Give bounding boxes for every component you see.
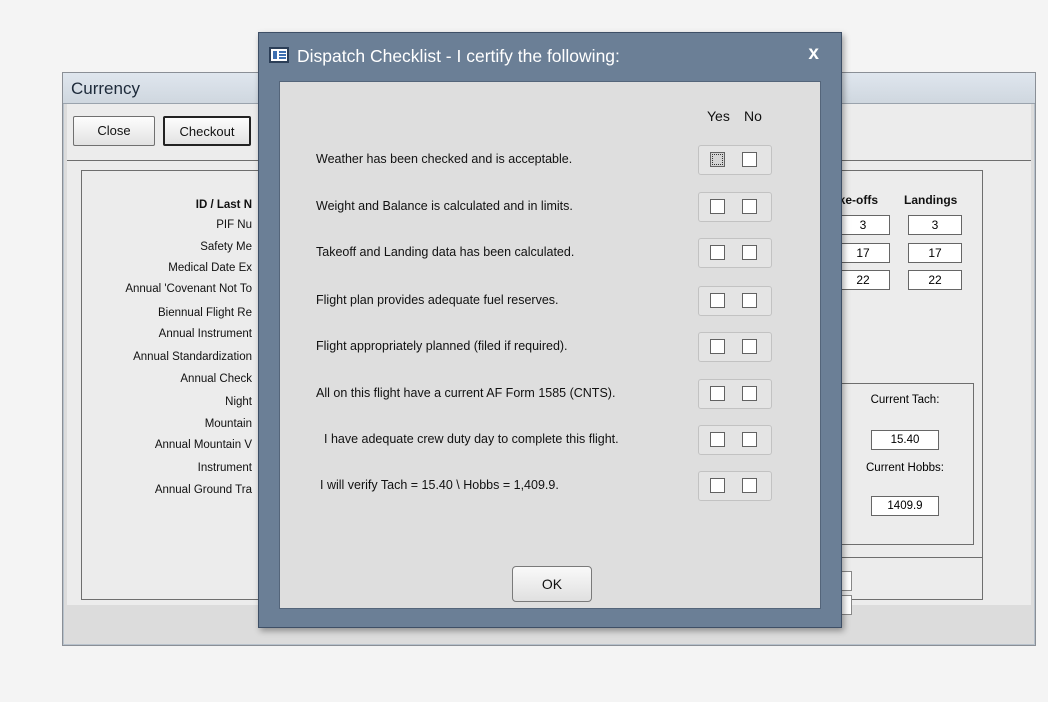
checklist-item-text: I have adequate crew duty day to complet… — [324, 432, 619, 446]
yes-checkbox[interactable] — [710, 293, 725, 308]
checklist-option-group — [698, 286, 772, 316]
checklist-option-group — [698, 379, 772, 409]
checklist-item-text: Weight and Balance is calculated and in … — [316, 199, 573, 213]
label-annual-ground: Annual Ground Tra — [154, 484, 252, 496]
no-checkbox[interactable] — [742, 245, 757, 260]
yes-checkbox[interactable] — [710, 199, 725, 214]
takeoffs-cell[interactable]: 22 — [836, 270, 890, 290]
dialog-body: Yes No Weather has been checked and is a… — [279, 81, 821, 609]
label-id-last-name: ID / Last N — [195, 199, 252, 211]
label-instrument: Instrument — [197, 462, 252, 474]
label-biennual: Biennual Flight Re — [158, 307, 252, 319]
checklist-option-group — [698, 192, 772, 222]
dispatch-checklist-dialog: Dispatch Checklist - I certify the follo… — [258, 32, 842, 628]
checklist-item-text: All on this flight have a current AF For… — [316, 386, 616, 400]
dialog-title: Dispatch Checklist - I certify the follo… — [297, 46, 620, 66]
landings-cell[interactable]: 22 — [908, 270, 962, 290]
yes-checkbox[interactable] — [710, 432, 725, 447]
label-annual-instrument: Annual Instrument — [158, 328, 252, 340]
landings-cell[interactable]: 17 — [908, 243, 962, 263]
checklist-item-text: Flight plan provides adequate fuel reser… — [316, 293, 559, 307]
no-checkbox[interactable] — [742, 339, 757, 354]
checklist-item-text: Flight appropriately planned (filed if r… — [316, 339, 568, 353]
current-hobbs-field[interactable]: 1409.9 — [871, 496, 939, 516]
yes-checkbox[interactable] — [710, 386, 725, 401]
no-checkbox[interactable] — [742, 293, 757, 308]
label-pif: PIF Nu — [216, 219, 252, 231]
checklist-option-group — [698, 238, 772, 268]
checklist-option-group — [698, 145, 772, 175]
yes-checkbox[interactable] — [710, 478, 725, 493]
yes-column-header: Yes — [707, 108, 730, 124]
label-night: Night — [225, 396, 252, 408]
label-annual-mountain: Annual Mountain V — [154, 439, 252, 451]
label-safety: Safety Me — [200, 241, 252, 253]
takeoffs-cell[interactable]: 3 — [836, 215, 890, 235]
checklist-item-text: Takeoff and Landing data has been calcul… — [316, 245, 575, 259]
close-button[interactable]: Close — [73, 116, 155, 146]
current-hobbs-label: Current Hobbs: — [866, 462, 944, 474]
no-checkbox[interactable] — [742, 432, 757, 447]
dialog-titlebar[interactable]: Dispatch Checklist - I certify the follo… — [259, 33, 841, 81]
yes-checkbox[interactable] — [710, 339, 725, 354]
checklist-item-text: I will verify Tach = 15.40 \ Hobbs = 1,4… — [320, 478, 559, 492]
yes-checkbox[interactable] — [710, 245, 725, 260]
checkout-button[interactable]: Checkout — [163, 116, 251, 146]
no-checkbox[interactable] — [742, 152, 757, 167]
checklist-item-text: Weather has been checked and is acceptab… — [316, 152, 573, 166]
yes-checkbox[interactable] — [710, 152, 725, 167]
landings-cell[interactable]: 3 — [908, 215, 962, 235]
no-column-header: No — [744, 108, 762, 124]
label-mountain: Mountain — [204, 418, 252, 430]
no-checkbox[interactable] — [742, 199, 757, 214]
form-app-icon — [269, 47, 289, 63]
label-covenant: Annual 'Covenant Not To — [125, 283, 252, 295]
label-annual-standardization: Annual Standardization — [133, 351, 252, 363]
takeoffs-cell[interactable]: 17 — [836, 243, 890, 263]
currency-window-title: Currency — [71, 79, 140, 98]
current-tach-label: Current Tach: — [870, 394, 940, 406]
close-icon[interactable]: x — [808, 43, 819, 65]
checklist-option-group — [698, 471, 772, 501]
label-annual-check: Annual Check — [180, 373, 252, 385]
checklist-option-group — [698, 332, 772, 362]
landings-header: Landings — [904, 193, 958, 207]
current-tach-field[interactable]: 15.40 — [871, 430, 939, 450]
label-medical-date: Medical Date Ex — [168, 262, 252, 274]
checklist-option-group — [698, 425, 772, 455]
no-checkbox[interactable] — [742, 478, 757, 493]
ok-button[interactable]: OK — [512, 566, 592, 602]
no-checkbox[interactable] — [742, 386, 757, 401]
current-meters-box: Current Tach: 15.40 Current Hobbs: 1409.… — [836, 383, 974, 545]
